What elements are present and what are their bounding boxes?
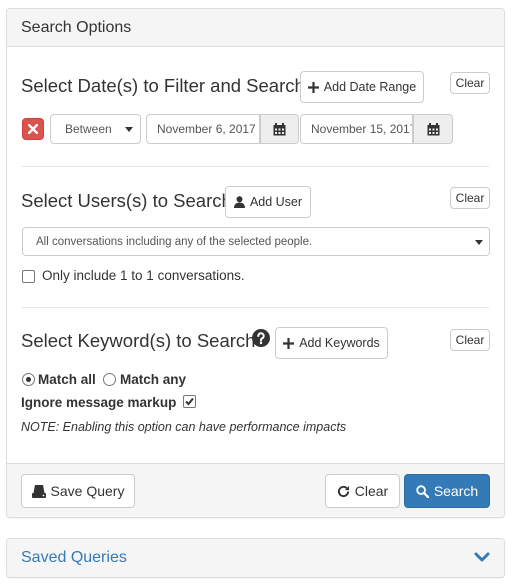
save-query-button[interactable]: Save Query	[21, 474, 135, 508]
dates-heading: Select Date(s) to Filter and Search	[21, 75, 305, 96]
match-all-radio[interactable]	[22, 373, 35, 386]
start-date-input[interactable]: November 6, 2017	[146, 114, 260, 144]
users-clear-button[interactable]: Clear	[450, 187, 490, 209]
panel-title: Search Options	[21, 19, 132, 36]
users-heading: Select Users(s) to Search	[21, 190, 232, 211]
match-any-label: Match any	[120, 372, 187, 387]
chevron-down-icon	[125, 127, 133, 132]
ignore-markup-checkbox[interactable]	[183, 395, 196, 408]
saved-queries-title: Saved Queries	[21, 549, 127, 566]
plus-icon	[283, 337, 295, 349]
clear-all-button[interactable]: Clear	[325, 474, 400, 508]
search-button[interactable]: Search	[404, 474, 490, 508]
match-all-label: Match all	[38, 372, 96, 387]
search-icon	[416, 484, 429, 498]
end-date-input[interactable]: November 15, 2017	[300, 114, 413, 144]
remove-date-button[interactable]	[22, 118, 44, 140]
panel-footer: Save Query Clear Search	[7, 463, 504, 517]
end-date-calendar-button[interactable]	[413, 114, 453, 144]
calendar-icon	[273, 122, 286, 135]
ignore-markup-label: Ignore message markup	[21, 395, 177, 410]
one-to-one-checkbox[interactable]	[22, 270, 35, 283]
section-divider	[22, 166, 489, 167]
performance-note: NOTE: Enabling this option can have perf…	[21, 420, 347, 434]
search-options-panel: Search Options Select Date(s) to Filter …	[6, 8, 505, 518]
match-any-radio[interactable]	[103, 373, 116, 386]
refresh-icon	[337, 485, 349, 497]
add-date-range-button[interactable]: Add Date Range	[300, 71, 424, 103]
keywords-heading: Select Keyword(s) to Search	[21, 330, 256, 351]
date-operator-select[interactable]: Between	[50, 114, 141, 144]
add-user-button[interactable]: Add User	[225, 186, 311, 218]
chevron-down-icon	[475, 240, 483, 245]
help-icon[interactable]	[252, 329, 270, 347]
saved-queries-heading[interactable]: Saved Queries	[7, 539, 504, 577]
dates-clear-button[interactable]: Clear	[450, 72, 490, 94]
keywords-clear-button[interactable]: Clear	[450, 329, 490, 351]
calendar-icon	[427, 122, 439, 135]
section-divider	[22, 307, 489, 308]
hdd-icon	[31, 484, 46, 498]
close-icon	[28, 124, 38, 134]
plus-icon	[307, 81, 319, 93]
panel-heading: Search Options	[7, 9, 504, 47]
add-keywords-button[interactable]: Add Keywords	[275, 327, 388, 359]
start-date-calendar-button[interactable]	[260, 114, 299, 144]
user-match-mode-select[interactable]: All conversations including any of the s…	[22, 227, 490, 256]
one-to-one-label: Only include 1 to 1 conversations.	[42, 268, 245, 283]
check-icon	[185, 397, 194, 406]
saved-queries-panel[interactable]: Saved Queries	[6, 538, 505, 578]
chevron-down-icon[interactable]	[474, 550, 490, 564]
user-icon	[233, 196, 245, 208]
